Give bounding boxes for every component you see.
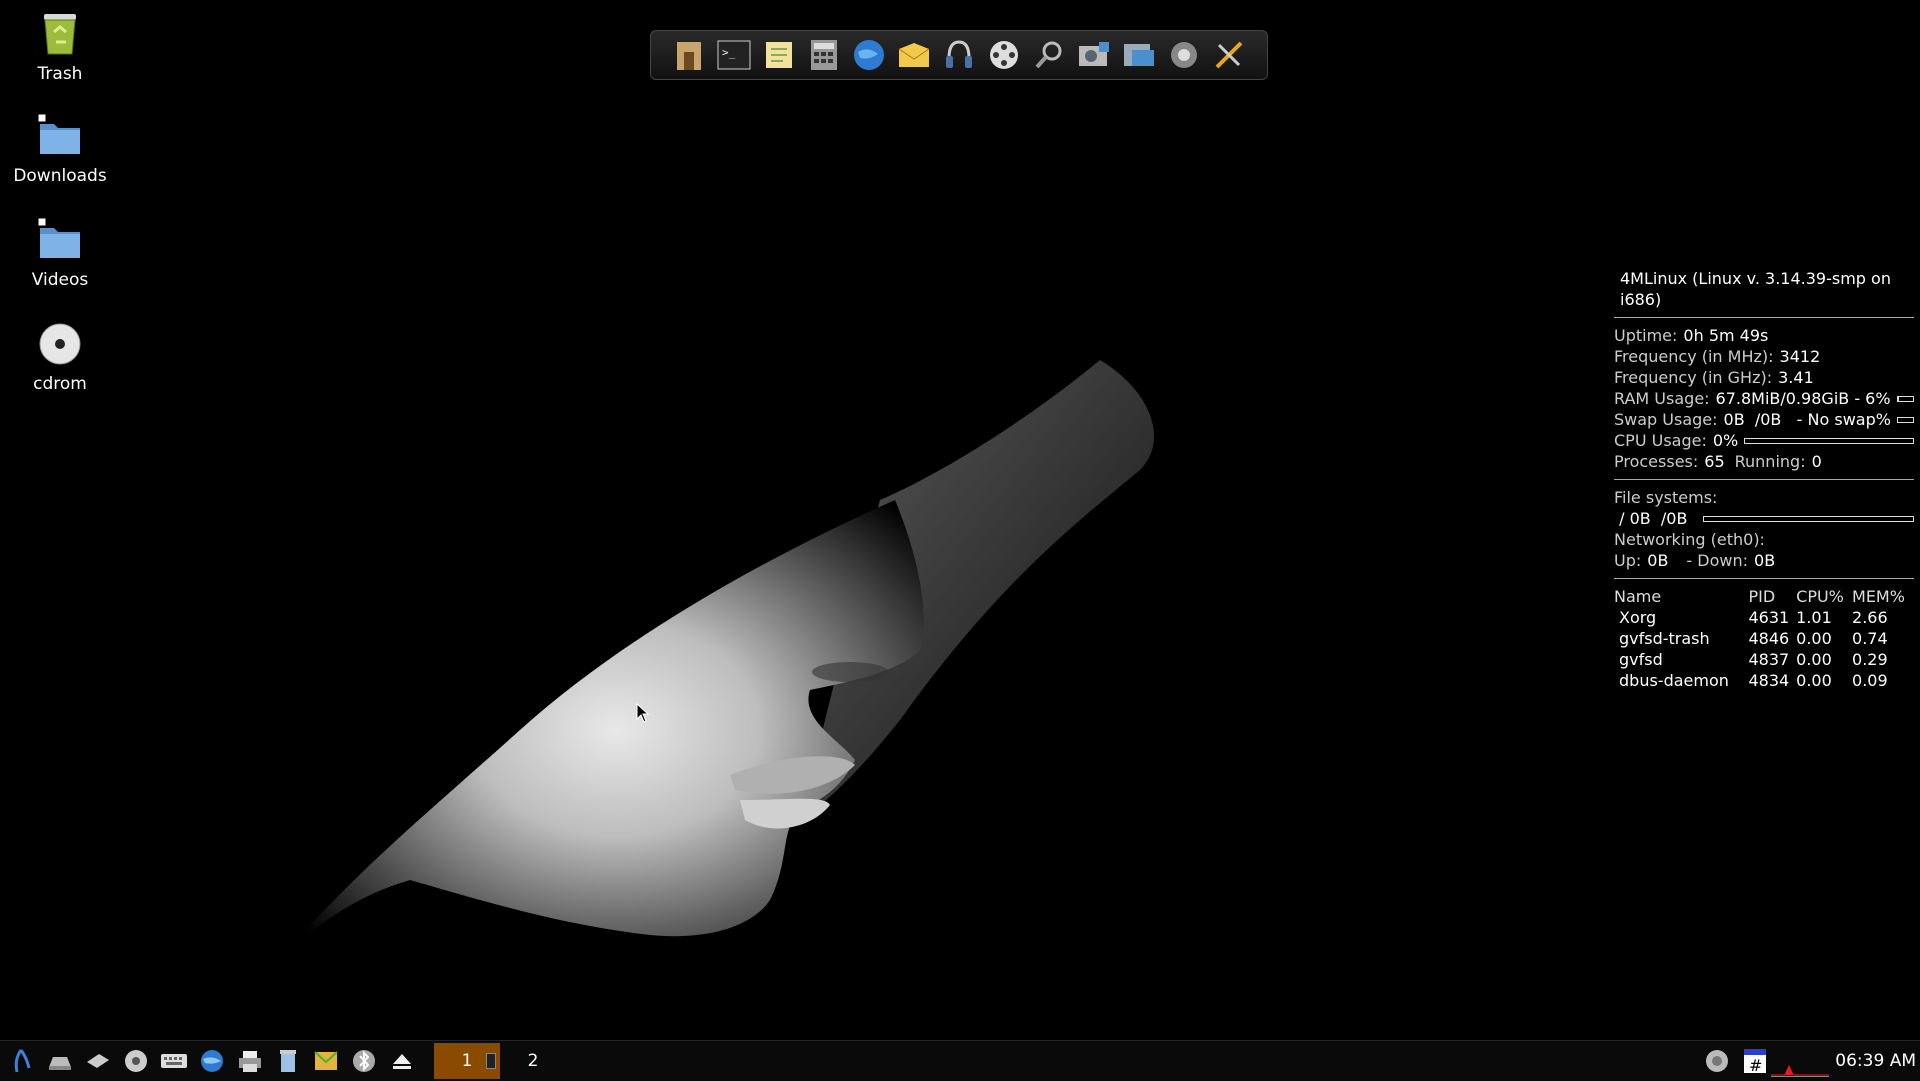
trash-can-icon[interactable]: [272, 1045, 304, 1077]
cpu-usage-bar: [1744, 437, 1914, 444]
cpu-graph-icon[interactable]: [1771, 1046, 1830, 1077]
folder-icon: [36, 216, 84, 264]
tools-icon[interactable]: [1210, 36, 1248, 74]
frequency-ghz-row: Frequency (in GHz): 3.41: [1614, 368, 1814, 387]
desktop-icon-label: Trash: [37, 64, 83, 84]
table-row: gvfsd 4837 0.00 0.29: [1619, 650, 1888, 669]
system-monitor-widget: 4MLinux (Linux v. 3.14.39-smp on i686) U…: [1614, 268, 1914, 691]
file-manager-icon[interactable]: [1120, 36, 1158, 74]
desktop-icon-videos[interactable]: Videos: [0, 216, 120, 290]
calculator-icon[interactable]: [805, 36, 843, 74]
processes-row: Processes: 65 Running: 0: [1614, 452, 1822, 471]
desktop-icon-label: Videos: [31, 270, 89, 290]
desktop-icon-cdrom[interactable]: cdrom: [0, 320, 120, 394]
column-header-cpu: CPU%: [1796, 587, 1844, 606]
table-header-row: Name PID CPU% MEM%: [1614, 586, 1914, 607]
ram-usage-row: RAM Usage: 67.8MiB/0.98GiB - 6%: [1614, 388, 1914, 409]
process-table: Name PID CPU% MEM% Xorg 4631 1.01 2.66 gvfs…: [1614, 586, 1914, 691]
workspace-1-button[interactable]: 1: [434, 1043, 500, 1079]
table-row: Xorg 4631 1.01 2.66: [1619, 608, 1888, 627]
desktop-icon-label: Downloads: [13, 166, 107, 186]
clock[interactable]: 06:39 AM: [1835, 1051, 1916, 1071]
home-folder-icon[interactable]: [670, 36, 708, 74]
eject-icon[interactable]: [386, 1045, 418, 1077]
column-header-mem: MEM%: [1852, 587, 1905, 606]
volume-icon[interactable]: [1701, 1045, 1733, 1077]
network-icon[interactable]: [82, 1045, 114, 1077]
svg-text:#: #: [1749, 1056, 1762, 1075]
mouse-cursor-icon: [636, 703, 650, 723]
text-editor-icon[interactable]: [760, 36, 798, 74]
table-row: dbus-daemon 4834 0.00 0.09: [1619, 671, 1888, 690]
filesystem-root-row: / 0B /0B: [1614, 508, 1914, 529]
table-row: gvfsd-trash 4846 0.00 0.74: [1619, 629, 1888, 648]
svg-text:>_: >_: [722, 46, 736, 59]
settings-icon[interactable]: [1165, 36, 1203, 74]
window-thumbnail: [486, 1053, 496, 1069]
calendar-icon[interactable]: #: [1739, 1045, 1771, 1077]
disk-icon[interactable]: [120, 1045, 152, 1077]
filesystems-heading: File systems:: [1614, 488, 1718, 507]
filesystem-usage-bar: [1703, 515, 1914, 522]
column-header-pid: PID: [1748, 587, 1776, 606]
divider: [1614, 317, 1914, 318]
uptime-row: Uptime: 0h 5m 49s: [1614, 326, 1769, 345]
frequency-mhz-row: Frequency (in MHz): 3412: [1614, 347, 1821, 366]
start-menu-icon[interactable]: [6, 1045, 38, 1077]
keyboard-icon[interactable]: [158, 1045, 190, 1077]
application-dock: >_: [650, 30, 1268, 80]
audio-player-icon[interactable]: [940, 36, 978, 74]
networking-heading: Networking (eth0):: [1614, 530, 1765, 549]
cpu-usage-row: CPU Usage: 0%: [1614, 430, 1914, 451]
swap-usage-row: Swap Usage: 0B /0B - No swap%: [1614, 409, 1914, 430]
video-player-icon[interactable]: [985, 36, 1023, 74]
trash-icon: [36, 10, 84, 58]
mail-icon[interactable]: [895, 36, 933, 74]
drive-icon[interactable]: [44, 1045, 76, 1077]
desktop-icon-label: cdrom: [33, 374, 87, 394]
search-icon[interactable]: [1030, 36, 1068, 74]
image-viewer-icon[interactable]: [1075, 36, 1113, 74]
folder-icon: [36, 112, 84, 160]
desktop-icon-trash[interactable]: Trash: [0, 10, 120, 84]
mail-icon[interactable]: [310, 1045, 342, 1077]
printer-icon[interactable]: [234, 1045, 266, 1077]
globe-icon[interactable]: [196, 1045, 228, 1077]
divider: [1614, 479, 1914, 480]
divider: [1614, 578, 1914, 579]
network-traffic-row: Up: 0B - Down: 0B: [1614, 551, 1776, 570]
cdrom-icon: [36, 320, 84, 368]
column-header-name: Name: [1614, 587, 1662, 606]
system-title: 4MLinux (Linux v. 3.14.39-smp on i686): [1620, 269, 1891, 309]
desktop-icon-downloads[interactable]: Downloads: [0, 112, 120, 186]
bluetooth-icon[interactable]: [348, 1045, 380, 1077]
taskbar: 1 2 # 06:39 AM: [0, 1040, 1920, 1081]
workspace-2-button[interactable]: 2: [500, 1043, 566, 1079]
system-tray: # 06:39 AM: [1695, 1041, 1920, 1081]
terminal-icon[interactable]: >_: [715, 36, 753, 74]
ram-usage-bar: [1896, 395, 1914, 402]
swap-usage-bar: [1896, 416, 1914, 423]
web-browser-icon[interactable]: [850, 36, 888, 74]
